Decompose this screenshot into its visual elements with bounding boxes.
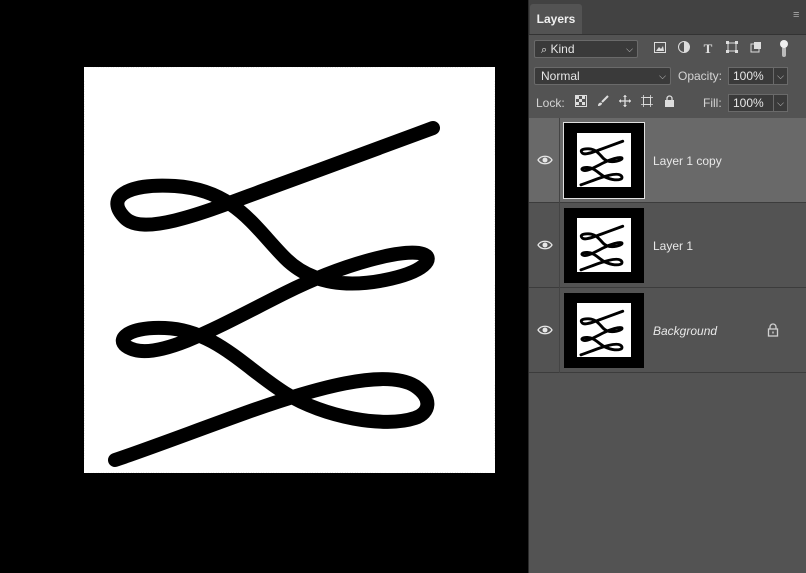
- panel-menu-icon[interactable]: ≡: [793, 10, 803, 22]
- layer-row-layer-1-copy[interactable]: Layer 1 copy: [529, 118, 806, 203]
- blend-row: Normal ⌵ Opacity: 100% ⌵: [529, 66, 806, 88]
- eye-icon[interactable]: [537, 154, 553, 166]
- fill-label: Fill:: [703, 96, 722, 110]
- lock-transparent-icon[interactable]: [573, 95, 589, 111]
- filter-kind-dropdown[interactable]: ⌕ Kind ⌵: [534, 40, 638, 58]
- lock-row: Lock: Fill: 100% ⌵: [529, 93, 806, 115]
- blend-mode-value: Normal: [541, 69, 580, 83]
- visibility-column-divider: [559, 203, 560, 288]
- type-filter-icon[interactable]: T: [700, 41, 716, 57]
- document-canvas[interactable]: [84, 67, 495, 473]
- search-icon: ⌕: [541, 44, 548, 56]
- layer-name[interactable]: Layer 1 copy: [653, 154, 722, 168]
- opacity-chevron-icon[interactable]: ⌵: [774, 67, 788, 85]
- filter-row: ⌕ Kind ⌵ T: [529, 39, 806, 61]
- layer-name[interactable]: Background: [653, 324, 717, 338]
- layer-row-background[interactable]: Background: [529, 288, 806, 373]
- canvas-area[interactable]: [0, 0, 528, 573]
- lock-label: Lock:: [536, 96, 565, 110]
- eye-icon[interactable]: [537, 239, 553, 251]
- thumbnail-drawing: [579, 139, 625, 187]
- lock-icon[interactable]: [767, 323, 779, 337]
- chevron-down-icon: ⌵: [659, 71, 666, 81]
- image-filter-icon[interactable]: [652, 41, 668, 57]
- fill-chevron-icon[interactable]: ⌵: [774, 94, 788, 112]
- thumbnail-paper: [577, 303, 631, 357]
- lock-all-icon[interactable]: [661, 95, 677, 111]
- chevron-down-icon: ⌵: [626, 44, 633, 54]
- filter-toggle-icon[interactable]: [776, 39, 792, 57]
- layer-thumbnail[interactable]: [563, 122, 645, 199]
- opacity-label: Opacity:: [678, 69, 723, 83]
- visibility-column-divider: [559, 118, 560, 203]
- lock-position-icon[interactable]: [617, 95, 633, 111]
- thumbnail-drawing: [579, 309, 625, 357]
- tab-layers[interactable]: Layers: [530, 4, 582, 34]
- layers-panel: Layers ≡ ⌕ Kind ⌵ T Normal ⌵ Opacity: 10…: [528, 0, 806, 573]
- lock-artboard-icon[interactable]: [639, 95, 655, 111]
- fill-field[interactable]: 100%: [728, 94, 774, 112]
- smart-object-filter-icon[interactable]: [748, 41, 764, 57]
- adjustment-filter-icon[interactable]: [676, 41, 692, 57]
- layer-thumbnail[interactable]: [564, 293, 644, 368]
- eye-icon[interactable]: [537, 324, 553, 336]
- stroke-drawing: [108, 121, 440, 467]
- thumbnail-paper: [577, 218, 631, 272]
- lock-paint-icon[interactable]: [595, 95, 611, 111]
- layer-thumbnail[interactable]: [564, 208, 644, 283]
- visibility-column-divider: [559, 288, 560, 373]
- blend-mode-dropdown[interactable]: Normal ⌵: [534, 67, 671, 85]
- thumbnail-drawing: [579, 224, 625, 272]
- opacity-field[interactable]: 100%: [728, 67, 774, 85]
- shape-filter-icon[interactable]: [724, 41, 740, 57]
- filter-kind-label: Kind: [550, 42, 575, 56]
- thumbnail-paper: [577, 133, 631, 187]
- layer-name[interactable]: Layer 1: [653, 239, 693, 253]
- layer-row-layer-1[interactable]: Layer 1: [529, 203, 806, 288]
- panel-tab-bar: Layers ≡: [529, 0, 806, 35]
